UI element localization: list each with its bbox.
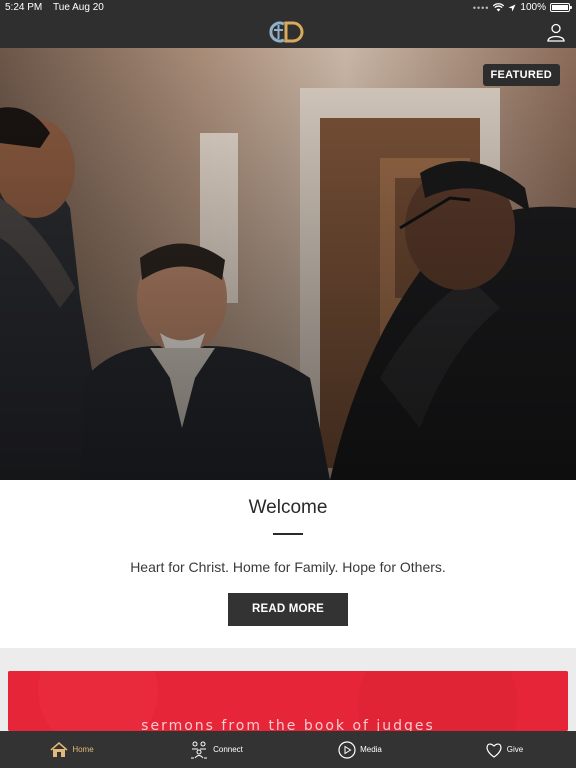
- status-time: 5:24 PM: [5, 2, 43, 13]
- tab-home-label: Home: [72, 745, 94, 754]
- tab-media[interactable]: Media: [288, 731, 432, 768]
- featured-badge: FEATURED: [482, 64, 560, 86]
- heart-icon: [486, 742, 502, 758]
- nav-bar: [0, 17, 576, 48]
- welcome-card: Welcome Heart for Christ. Home for Famil…: [0, 480, 576, 648]
- location-arrow-icon: [508, 4, 516, 11]
- cross-d-logo-icon[interactable]: [266, 19, 310, 45]
- status-bar: 5:24 PM Tue Aug 20 •••• 100%: [0, 0, 576, 17]
- status-date: Tue Aug 20: [53, 2, 104, 13]
- tab-give-label: Give: [506, 745, 524, 754]
- welcome-tagline: Heart for Christ. Home for Family. Hope …: [130, 559, 446, 575]
- title-divider: [273, 533, 303, 535]
- sermon-series-banner[interactable]: sermons from the book of judges: [8, 671, 568, 731]
- sermon-series-title: sermons from the book of judges: [141, 718, 435, 731]
- user-profile-icon[interactable]: [546, 22, 566, 42]
- signal-dots-icon: ••••: [472, 2, 490, 13]
- home-icon: [50, 741, 68, 757]
- wifi-icon: [493, 3, 505, 12]
- welcome-title: Welcome: [248, 497, 328, 518]
- featured-hero-image[interactable]: FEATURED: [0, 48, 576, 480]
- read-more-button[interactable]: READ MORE: [228, 593, 348, 626]
- status-left: 5:24 PM Tue Aug 20: [5, 2, 104, 13]
- connect-people-icon: [191, 741, 208, 758]
- tab-give[interactable]: Give: [432, 731, 576, 768]
- battery-icon: [550, 3, 572, 12]
- status-right: •••• 100%: [472, 2, 572, 13]
- play-circle-icon: [338, 740, 356, 759]
- tab-media-label: Media: [360, 745, 382, 754]
- battery-percent: 100%: [520, 2, 546, 13]
- tab-home[interactable]: Home: [0, 731, 144, 768]
- tab-connect[interactable]: Connect: [144, 731, 288, 768]
- tab-bar: Home Connect Media Give: [0, 731, 576, 768]
- hero-photo: [0, 48, 576, 480]
- tab-connect-label: Connect: [213, 745, 243, 754]
